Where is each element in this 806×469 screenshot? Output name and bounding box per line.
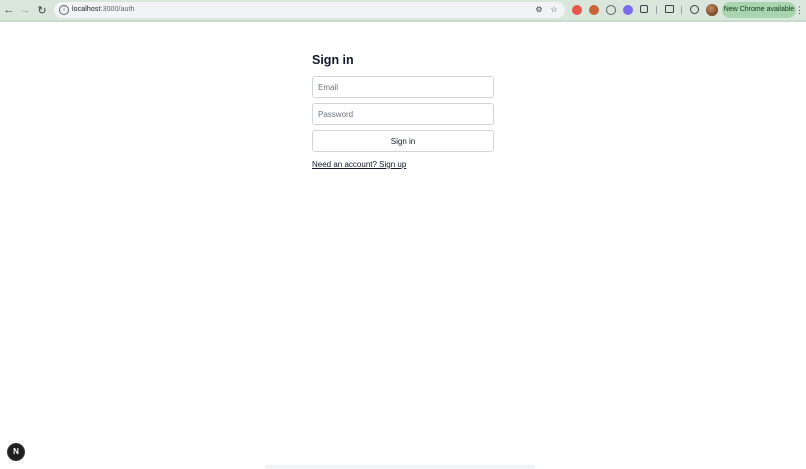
url-host: localhost — [72, 6, 101, 13]
address-bar[interactable]: i localhost:3000/auth ⚙ ☆ — [54, 2, 565, 18]
site-info-icon[interactable]: i — [59, 5, 69, 15]
toolbar-divider — [681, 6, 682, 14]
extension-circle-icon[interactable] — [606, 5, 616, 15]
profile-sync-icon[interactable] — [690, 5, 699, 14]
reading-list-icon[interactable] — [665, 5, 674, 13]
browser-toolbar: ← → ↻ i localhost:3000/auth ⚙ ☆ New Chro… — [0, 0, 806, 20]
bottom-strip — [265, 465, 535, 469]
sign-up-link[interactable]: Need an account? Sign up — [312, 160, 406, 169]
extension-orange-icon[interactable] — [589, 5, 599, 15]
puzzle-icon[interactable] — [640, 5, 648, 13]
toolbar-divider — [656, 6, 657, 14]
update-label: New Chrome available — [723, 6, 795, 13]
nextjs-logo-icon[interactable]: N — [7, 443, 25, 461]
arrow-right-icon: → — [19, 4, 31, 16]
sign-in-button[interactable]: Sign in — [312, 130, 494, 152]
back-button[interactable]: ← — [2, 3, 16, 17]
password-field[interactable] — [312, 103, 494, 125]
dev-badge-label: N — [13, 447, 19, 456]
forward-button[interactable]: → — [18, 3, 32, 17]
avatar[interactable] — [706, 4, 718, 16]
url-path: :3000/auth — [100, 6, 135, 13]
sign-in-form: Sign in Sign in Need an account? Sign up — [312, 52, 494, 172]
reload-button[interactable]: ↻ — [35, 3, 49, 17]
email-field[interactable] — [312, 76, 494, 98]
extension-purple-icon[interactable] — [623, 5, 633, 15]
page-title: Sign in — [312, 53, 354, 67]
url-text: localhost:3000/auth — [72, 4, 135, 16]
translate-icon[interactable]: ⚙ — [534, 5, 544, 15]
toolbar-border — [0, 20, 806, 22]
update-button[interactable]: New Chrome available — [722, 2, 796, 18]
arrow-left-icon: ← — [3, 4, 15, 16]
star-icon[interactable]: ☆ — [549, 5, 559, 15]
more-vert-icon[interactable]: ⋮ — [795, 4, 804, 16]
reload-icon: ↻ — [37, 4, 47, 17]
extension-red-icon[interactable] — [572, 5, 582, 15]
